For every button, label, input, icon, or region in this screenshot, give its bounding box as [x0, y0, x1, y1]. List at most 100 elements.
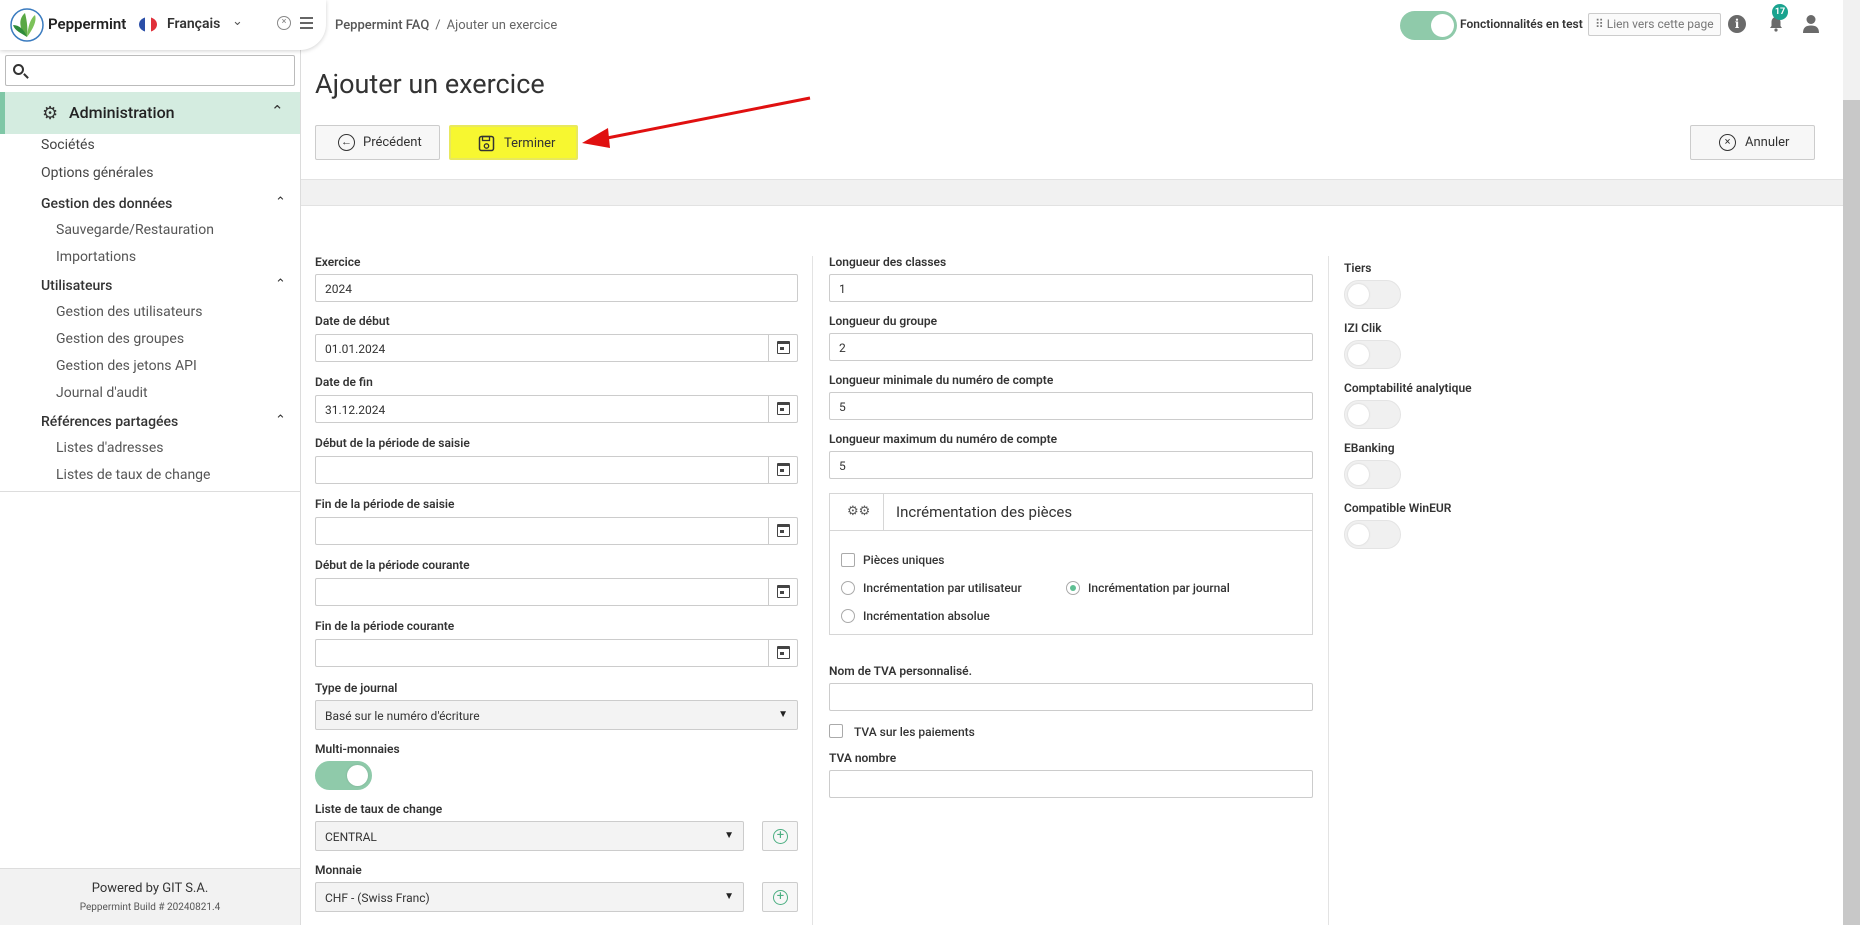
- gears-icon: ⚙⚙: [847, 504, 871, 519]
- footer-build: Peppermint Build # 20240821.4: [79, 902, 221, 913]
- journal-type-select[interactable]: Basé sur le numéro d'écriture ▼: [315, 700, 798, 730]
- beta-features-toggle[interactable]: [1400, 11, 1457, 40]
- vat-number-field[interactable]: [829, 770, 1313, 798]
- end-date-label: Date de fin: [315, 375, 373, 389]
- chevron-up-icon[interactable]: ⌃: [275, 277, 286, 292]
- current-start-field[interactable]: [315, 578, 798, 606]
- sidebar-search-input[interactable]: [32, 60, 290, 82]
- page-link-button[interactable]: ⠿ Lien vers cette page: [1588, 13, 1721, 36]
- info-icon[interactable]: i: [1728, 15, 1746, 33]
- caret-down-icon: ▼: [724, 830, 734, 841]
- chevron-down-icon[interactable]: ⌄: [232, 14, 243, 29]
- entry-end-field[interactable]: [315, 517, 798, 545]
- current-end-label: Fin de la période courante: [315, 619, 455, 633]
- toggle-analytique[interactable]: [1344, 400, 1401, 429]
- user-icon[interactable]: [1802, 14, 1820, 34]
- entry-start-label: Début de la période de saisie: [315, 436, 470, 450]
- hamburger-menu-icon[interactable]: [300, 17, 313, 29]
- exercice-field[interactable]: 2024: [315, 274, 798, 302]
- chevron-up-icon[interactable]: ⌃: [271, 102, 284, 120]
- sidebar-item-sauvegarde[interactable]: Sauvegarde/Restauration: [56, 222, 214, 238]
- save-icon: [478, 135, 495, 152]
- calendar-icon: [777, 524, 790, 537]
- toggle-wineur-label: Compatible WinEUR: [1344, 501, 1452, 515]
- calendar-button[interactable]: [768, 579, 797, 605]
- sidebar-item-importations[interactable]: Importations: [56, 249, 136, 265]
- sidebar-item-societes[interactable]: Sociétés: [41, 137, 95, 153]
- sidebar-item-journal-audit[interactable]: Journal d'audit: [56, 385, 148, 401]
- column-divider: [812, 256, 813, 925]
- min-length-field[interactable]: 5: [829, 392, 1313, 420]
- class-length-value: 1: [839, 282, 846, 296]
- toggle-tiers[interactable]: [1344, 280, 1401, 309]
- unique-pieces-checkbox[interactable]: [841, 553, 855, 567]
- scrollbar[interactable]: [1843, 100, 1860, 925]
- sidebar-group-references[interactable]: Références partagées: [41, 414, 178, 430]
- close-circle-icon[interactable]: ×: [277, 16, 291, 30]
- end-date-field[interactable]: 31.12.2024: [315, 395, 798, 423]
- sidebar-section-label: Administration: [69, 103, 175, 122]
- incr-user-label: Incrémentation par utilisateur: [863, 581, 1022, 595]
- incr-journal-label: Incrémentation par journal: [1088, 581, 1230, 595]
- sidebar-item-gestion-utilisateurs[interactable]: Gestion des utilisateurs: [56, 304, 202, 320]
- multicurrency-toggle[interactable]: [315, 761, 372, 790]
- language-selector[interactable]: Français: [167, 16, 220, 32]
- sidebar-group-donnees[interactable]: Gestion des données: [41, 196, 172, 212]
- chevron-up-icon[interactable]: ⌃: [275, 195, 286, 210]
- start-date-label: Date de début: [315, 314, 390, 328]
- current-end-field[interactable]: [315, 639, 798, 667]
- toggle-izi-label: IZI Clik: [1344, 321, 1382, 335]
- max-length-value: 5: [839, 459, 846, 473]
- previous-button[interactable]: ← Précédent: [315, 125, 440, 160]
- calendar-button[interactable]: [768, 518, 797, 544]
- start-date-field[interactable]: 01.01.2024: [315, 334, 798, 362]
- increment-panel-header: ⚙⚙ Incrémentation des pièces: [830, 494, 1312, 531]
- incr-absolute-radio[interactable]: [841, 609, 855, 623]
- entry-end-label: Fin de la période de saisie: [315, 497, 455, 511]
- toggle-ebanking[interactable]: [1344, 460, 1401, 489]
- chevron-up-icon[interactable]: ⌃: [275, 413, 286, 428]
- calendar-button[interactable]: [768, 457, 797, 483]
- sidebar-item-jetons-api[interactable]: Gestion des jetons API: [56, 358, 197, 374]
- sidebar-item-options[interactable]: Options générales: [41, 165, 153, 181]
- toggle-analytique-label: Comptabilité analytique: [1344, 381, 1472, 395]
- toggle-izi-clik[interactable]: [1344, 340, 1401, 369]
- rate-list-select[interactable]: CENTRAL ▼: [315, 821, 744, 851]
- add-currency-button[interactable]: +: [762, 882, 798, 912]
- entry-start-field[interactable]: [315, 456, 798, 484]
- incr-user-radio[interactable]: [841, 581, 855, 595]
- calendar-button[interactable]: [768, 335, 797, 361]
- calendar-button[interactable]: [768, 396, 797, 422]
- sidebar-item-listes-adresses[interactable]: Listes d'adresses: [56, 440, 164, 456]
- toggle-wineur[interactable]: [1344, 520, 1401, 549]
- group-length-label: Longueur du groupe: [829, 314, 938, 328]
- max-length-field[interactable]: 5: [829, 451, 1313, 479]
- max-length-label: Longueur maximum du numéro de compte: [829, 432, 1058, 446]
- incr-journal-radio[interactable]: [1066, 581, 1080, 595]
- sidebar-group-utilisateurs[interactable]: Utilisateurs: [41, 278, 112, 294]
- vat-name-label: Nom de TVA personnalisé.: [829, 664, 973, 678]
- beta-features-label: Fonctionnalités en test: [1460, 17, 1583, 31]
- rate-list-label: Liste de taux de change: [315, 802, 443, 816]
- sidebar-item-gestion-groupes[interactable]: Gestion des groupes: [56, 331, 184, 347]
- arrow-left-icon: ←: [338, 134, 355, 151]
- increment-panel-title: Incrémentation des pièces: [896, 503, 1073, 521]
- notification-badge: 17: [1772, 4, 1788, 20]
- finish-button[interactable]: Terminer: [449, 125, 578, 160]
- currency-select[interactable]: CHF - (Swiss Franc) ▼: [315, 882, 744, 912]
- calendar-button[interactable]: [768, 640, 797, 666]
- red-annotation-arrow: [582, 96, 811, 148]
- sidebar-search[interactable]: [5, 55, 295, 86]
- vat-payments-checkbox[interactable]: [829, 724, 843, 738]
- breadcrumb-link[interactable]: Peppermint FAQ: [335, 18, 429, 33]
- plus-circle-icon: +: [773, 890, 788, 905]
- sidebar-section-administration[interactable]: ⚙ Administration ⌃: [0, 92, 300, 134]
- sidebar-item-taux-change[interactable]: Listes de taux de change: [56, 467, 210, 483]
- vat-name-field[interactable]: [829, 683, 1313, 711]
- cancel-button[interactable]: × Annuler: [1690, 125, 1815, 160]
- class-length-field[interactable]: 1: [829, 274, 1313, 302]
- group-length-field[interactable]: 2: [829, 333, 1313, 361]
- calendar-icon: [777, 463, 790, 476]
- toggle-tiers-label: Tiers: [1344, 261, 1372, 275]
- add-rate-list-button[interactable]: +: [762, 821, 798, 851]
